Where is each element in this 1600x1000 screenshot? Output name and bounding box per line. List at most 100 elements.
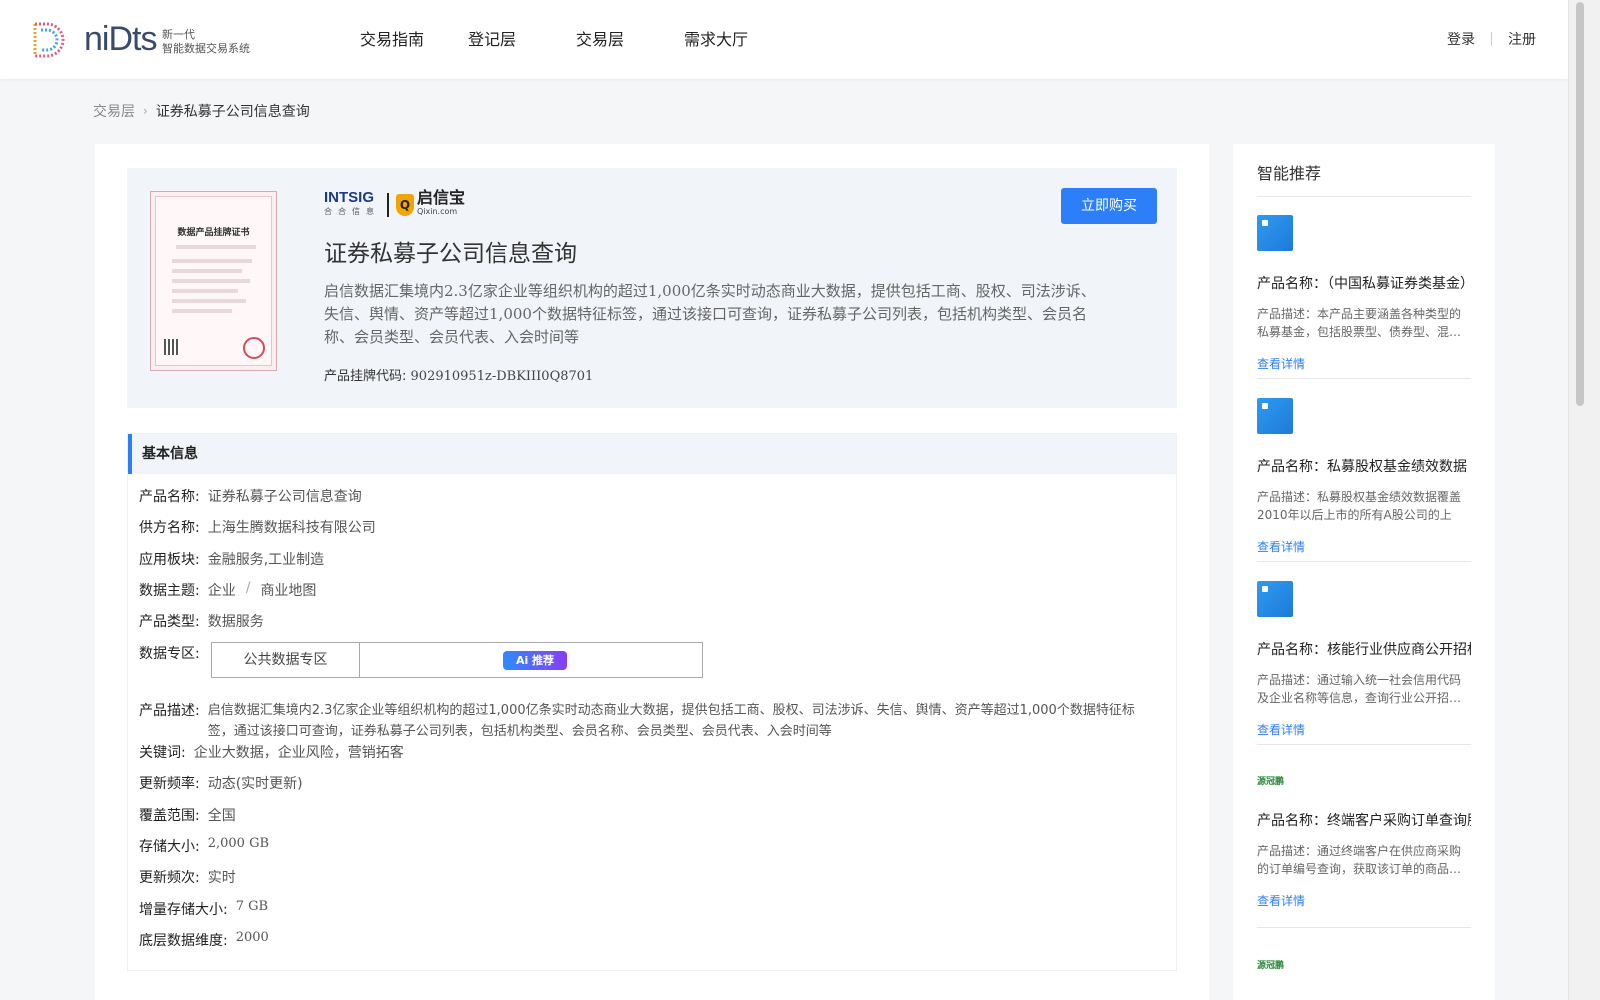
login-link[interactable]: 登录 bbox=[1447, 29, 1475, 49]
intsig-logo: INTSIG 合合信息 bbox=[324, 189, 380, 219]
info-row-theme: 数据主题: 企业 / 商业地图 bbox=[139, 580, 316, 600]
nav-registration-layer[interactable]: 登记层 bbox=[456, 0, 564, 79]
field-label: 产品类型: bbox=[139, 614, 200, 630]
field-label: 关键词: bbox=[139, 745, 186, 761]
breadcrumb-current: 证券私募子公司信息查询 bbox=[155, 104, 310, 120]
field-value: 数据服务 bbox=[207, 614, 264, 630]
logo-subtitle: 新一代 智能数据交易系统 bbox=[162, 28, 250, 56]
field-label: 数据主题: bbox=[139, 583, 200, 599]
register-link[interactable]: 注册 bbox=[1508, 29, 1536, 49]
intsig-wordmark: INTSIG bbox=[324, 189, 375, 206]
recommendation-card[interactable]: 源冠鹏 bbox=[1257, 956, 1471, 976]
nav-trading-guide[interactable]: 交易指南 bbox=[348, 0, 456, 79]
nav-trading-layer[interactable]: 交易层 bbox=[564, 0, 672, 79]
recommendation-sidebar: 智能推荐 产品名称：（中国私募证券类基金） 产品描述：本产品主要涵盖各种类型的私… bbox=[1233, 144, 1495, 1000]
view-details-link[interactable]: 查看详情 bbox=[1257, 721, 1471, 738]
ai-recommend-badge: Ai 推荐 bbox=[503, 651, 567, 670]
info-row-product-name: 产品名称: 证券私募子公司信息查询 bbox=[139, 486, 362, 506]
cert-line bbox=[172, 299, 246, 303]
info-row-update-times: 更新频次: 实时 bbox=[139, 867, 236, 887]
qixin-shield-icon: Q bbox=[396, 194, 414, 216]
scrollbar-thumb[interactable] bbox=[1576, 2, 1584, 406]
company-logo-icon: 源冠鹏 bbox=[1257, 956, 1293, 976]
listing-code: 产品挂牌代码: 902910951z-DBKIII0Q8701 bbox=[324, 365, 593, 384]
auth-links: 登录 注册 bbox=[1447, 29, 1536, 49]
view-details-link[interactable]: 查看详情 bbox=[1257, 892, 1471, 909]
basic-info-heading: 基本信息 bbox=[128, 434, 1176, 474]
product-detail-panel: 数据产品挂牌证书 INTSIG 合合信息 Q 启信宝 Qixin.com 立即购… bbox=[95, 144, 1209, 1000]
page-scrollbar[interactable] bbox=[1568, 0, 1600, 1000]
rec-product-desc: 产品描述：通过终端客户在供应商采购的订单编号查询，获取该订单的商品… bbox=[1257, 844, 1462, 876]
recommendation-card[interactable]: 产品名称：私募股权基金绩效数据 产品描述：私募股权基金绩效数据覆盖2010年以后… bbox=[1257, 398, 1471, 555]
cert-line bbox=[176, 245, 256, 249]
cert-line bbox=[172, 269, 242, 273]
company-logo-icon: 源冠鹏 bbox=[1257, 772, 1293, 792]
product-hero: 数据产品挂牌证书 INTSIG 合合信息 Q 启信宝 Qixin.com 立即购… bbox=[127, 168, 1177, 408]
recommendation-card[interactable]: 源冠鹏 产品名称：终端客户采购订单查询服务 产品描述：通过终端客户在供应商采购的… bbox=[1257, 772, 1471, 909]
theme-separator: / bbox=[245, 580, 251, 596]
divider bbox=[1257, 378, 1471, 379]
site-logo[interactable]: niDts 新一代 智能数据交易系统 bbox=[29, 20, 259, 60]
field-label: 供方名称: bbox=[139, 520, 200, 536]
field-value: 实时 bbox=[207, 870, 236, 886]
divider bbox=[1257, 927, 1471, 928]
top-header: niDts 新一代 智能数据交易系统 交易指南 登记层 交易层 需求大厅 登录 … bbox=[0, 0, 1568, 79]
ai-recommend-cell: Ai 推荐 bbox=[360, 643, 702, 677]
info-row-storage: 存储大小: 2,000 GB bbox=[139, 836, 269, 856]
breadcrumb: 交易层 › 证券私募子公司信息查询 bbox=[93, 101, 310, 121]
logo-sub-line2: 智能数据交易系统 bbox=[162, 42, 250, 55]
field-label: 更新频次: bbox=[139, 870, 200, 886]
rec-product-desc: 产品描述：私募股权基金绩效数据覆盖2010年以后上市的所有A股公司的上市… bbox=[1257, 490, 1462, 522]
divider bbox=[1257, 744, 1471, 745]
brand-divider bbox=[387, 193, 389, 217]
data-zone-table: 公共数据专区 Ai 推荐 bbox=[211, 642, 703, 678]
field-value: 企业大数据，企业风险，营销拓客 bbox=[193, 745, 404, 761]
sidebar-title: 智能推荐 bbox=[1257, 164, 1322, 183]
info-row-type: 产品类型: 数据服务 bbox=[139, 611, 264, 631]
cert-line bbox=[172, 259, 252, 263]
recommendation-card[interactable]: 产品名称：核能行业供应商公开招标 产品描述：通过输入统一社会信用代码及企业名称等… bbox=[1257, 581, 1471, 738]
buy-now-button[interactable]: 立即购买 bbox=[1061, 188, 1157, 224]
cert-line bbox=[172, 289, 238, 293]
product-summary: 启信数据汇集境内2.3亿家企业等组织机构的超过1,000亿条实时动态商业大数据，… bbox=[324, 282, 1096, 346]
doc-thumb-icon bbox=[1257, 398, 1293, 434]
rec-product-name: 产品名称：终端客户采购订单查询服务 bbox=[1257, 813, 1471, 829]
field-value: 启信数据汇集境内2.3亿家企业等组织机构的超过1,000亿条实时动态商业大数据，… bbox=[207, 703, 1135, 739]
cert-line bbox=[172, 309, 232, 313]
info-row-zone: 数据专区: bbox=[139, 643, 200, 663]
divider bbox=[1257, 196, 1471, 197]
logo-wordmark: niDts bbox=[84, 20, 157, 58]
info-row-description: 产品描述: 启信数据汇集境内2.3亿家企业等组织机构的超过1,000亿条实时动态… bbox=[139, 700, 1149, 742]
nav-demand-hall[interactable]: 需求大厅 bbox=[672, 0, 780, 79]
field-label: 增量存储大小: bbox=[139, 902, 228, 918]
public-data-zone-cell[interactable]: 公共数据专区 bbox=[212, 643, 360, 677]
product-title: 证券私募子公司信息查询 bbox=[324, 241, 577, 267]
divider bbox=[1257, 561, 1471, 562]
field-value: 2,000 GB bbox=[207, 836, 270, 851]
rec-product-desc: 产品描述：通过输入统一社会信用代码及企业名称等信息，查询行业公开招… bbox=[1257, 673, 1462, 705]
field-value: 动态(实时更新) bbox=[207, 776, 303, 792]
auth-divider bbox=[1491, 32, 1492, 46]
company-logo-text: 源冠鹏 bbox=[1257, 777, 1285, 787]
certificate-image: 数据产品挂牌证书 bbox=[150, 191, 277, 371]
breadcrumb-parent[interactable]: 交易层 bbox=[93, 101, 135, 121]
view-details-link[interactable]: 查看详情 bbox=[1257, 538, 1471, 555]
field-label: 产品名称: bbox=[139, 489, 200, 505]
field-value: 全国 bbox=[207, 808, 236, 824]
main-nav: 交易指南 登记层 交易层 需求大厅 bbox=[348, 0, 780, 79]
certificate-frame: 数据产品挂牌证书 bbox=[155, 196, 272, 366]
info-row-update-frequency: 更新频率: 动态(实时更新) bbox=[139, 773, 303, 793]
recommendation-card[interactable]: 产品名称：（中国私募证券类基金） 产品描述：本产品主要涵盖各种类型的私募基金，包… bbox=[1257, 215, 1471, 372]
rec-product-desc: 产品描述：本产品主要涵盖各种类型的私募基金，包括股票型、债券型、混… bbox=[1257, 307, 1462, 339]
view-details-link[interactable]: 查看详情 bbox=[1257, 355, 1471, 372]
doc-thumb-icon bbox=[1257, 215, 1293, 251]
basic-info-section: 基本信息 产品名称: 证券私募子公司信息查询 供方名称: 上海生腾数据科技有限公… bbox=[127, 433, 1177, 971]
listing-code-label: 产品挂牌代码: bbox=[324, 369, 407, 384]
doc-thumb-icon bbox=[1257, 581, 1293, 617]
seal-icon bbox=[243, 337, 265, 359]
qixin-logo: 启信宝 Qixin.com bbox=[417, 190, 465, 219]
theme-tag: 企业 bbox=[207, 583, 236, 599]
info-row-sector: 应用板块: 金融服务,工业制造 bbox=[139, 549, 324, 569]
cert-line bbox=[172, 279, 250, 283]
field-label: 覆盖范围: bbox=[139, 808, 200, 824]
